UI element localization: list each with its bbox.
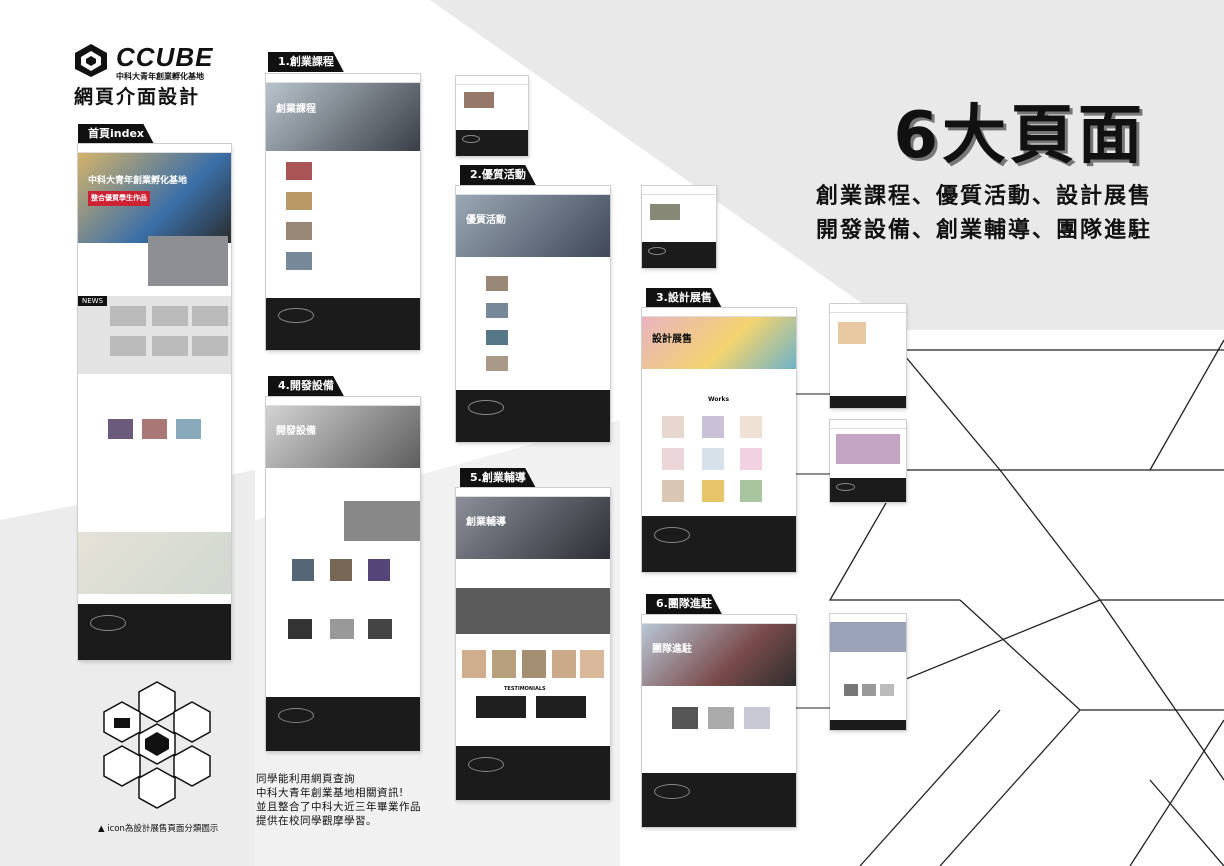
icon-caption: ▲ icon為設計展售頁面分類圖示: [98, 824, 219, 834]
note-line-4: 提供在校同學觀摩學習。: [256, 815, 377, 827]
note-line-3: 並且整合了中科大近三年畢業作品: [256, 801, 421, 813]
hero-subtitle: 整合優質學生作品: [88, 191, 150, 206]
mockup-course-detail[interactable]: [456, 76, 528, 156]
testimonials-heading: TESTIMONIALS: [504, 686, 546, 692]
category-icons: [103, 681, 211, 809]
nav-bar: [78, 144, 231, 153]
tag-courses: 1.創業課程: [268, 52, 344, 72]
mockup-activities[interactable]: 優質活動: [456, 186, 610, 442]
mockup-team-residency[interactable]: 團隊進駐: [642, 615, 796, 827]
hero-title: 優質活動: [466, 214, 506, 226]
works-heading: Works: [708, 396, 730, 403]
tag-activities: 2.優質活動: [460, 165, 536, 185]
subtitle-line-2: 開發設備、創業輔導、團隊進駐: [815, 218, 1152, 243]
mockup-product-list[interactable]: [830, 420, 906, 502]
description-note: 同學能利用網頁查詢 中科大青年創業基地相關資訊! 並且整合了中科大近三年畢業作品…: [256, 772, 421, 828]
hero-title: 團隊進駐: [652, 643, 692, 655]
tag-team-residency: 6.團隊進駐: [646, 594, 722, 614]
hero-title: 創業課程: [276, 104, 316, 116]
cube-logo-icon: [75, 44, 107, 77]
mockup-index[interactable]: 中科大青年創業孵化基地 整合優質學生作品 NEWS: [78, 144, 231, 660]
tag-design-sales: 3.設計展售: [646, 288, 722, 308]
mockup-equipment[interactable]: 開發設備: [266, 397, 420, 751]
tag-mentoring: 5.創業輔導: [460, 468, 536, 488]
section-heading: 網頁介面設計: [74, 86, 201, 108]
footer: [78, 604, 231, 660]
hero-title: 開發設備: [276, 425, 316, 437]
mockup-courses[interactable]: 創業課程: [266, 74, 420, 350]
note-line-2: 中科大青年創業基地相關資訊!: [256, 787, 404, 799]
subtitle-line-1: 創業課程、優質活動、設計展售: [815, 184, 1152, 209]
mockup-design-sales[interactable]: 設計展售 Works: [642, 308, 796, 572]
mockup-mentoring[interactable]: 創業輔導 TESTIMONIALS: [456, 488, 610, 800]
main-title: 6大頁面: [893, 99, 1146, 173]
hero-banner: 中科大青年創業孵化基地 整合優質學生作品: [78, 153, 231, 243]
mockup-activity-detail[interactable]: [642, 186, 716, 268]
event-photo: [148, 236, 228, 286]
note-line-1: 同學能利用網頁查詢: [256, 773, 355, 785]
mockup-product-detail[interactable]: [830, 304, 906, 408]
news-label: NEWS: [78, 296, 108, 306]
tag-equipment: 4.開發設備: [268, 376, 344, 396]
hero-title: 設計展售: [652, 333, 692, 345]
mockup-team-detail[interactable]: [830, 614, 906, 730]
logo-subtitle: 中科大青年創業孵化基地: [116, 72, 204, 81]
hero-title: 中科大青年創業孵化基地: [88, 176, 188, 186]
news-section: NEWS: [78, 296, 231, 374]
hero-title: 創業輔導: [466, 516, 506, 528]
map-section[interactable]: [78, 532, 231, 594]
hero-banner: 創業課程: [266, 83, 420, 151]
tag-index: 首頁index: [78, 124, 155, 144]
logo-text: CCUBE: [116, 42, 214, 72]
